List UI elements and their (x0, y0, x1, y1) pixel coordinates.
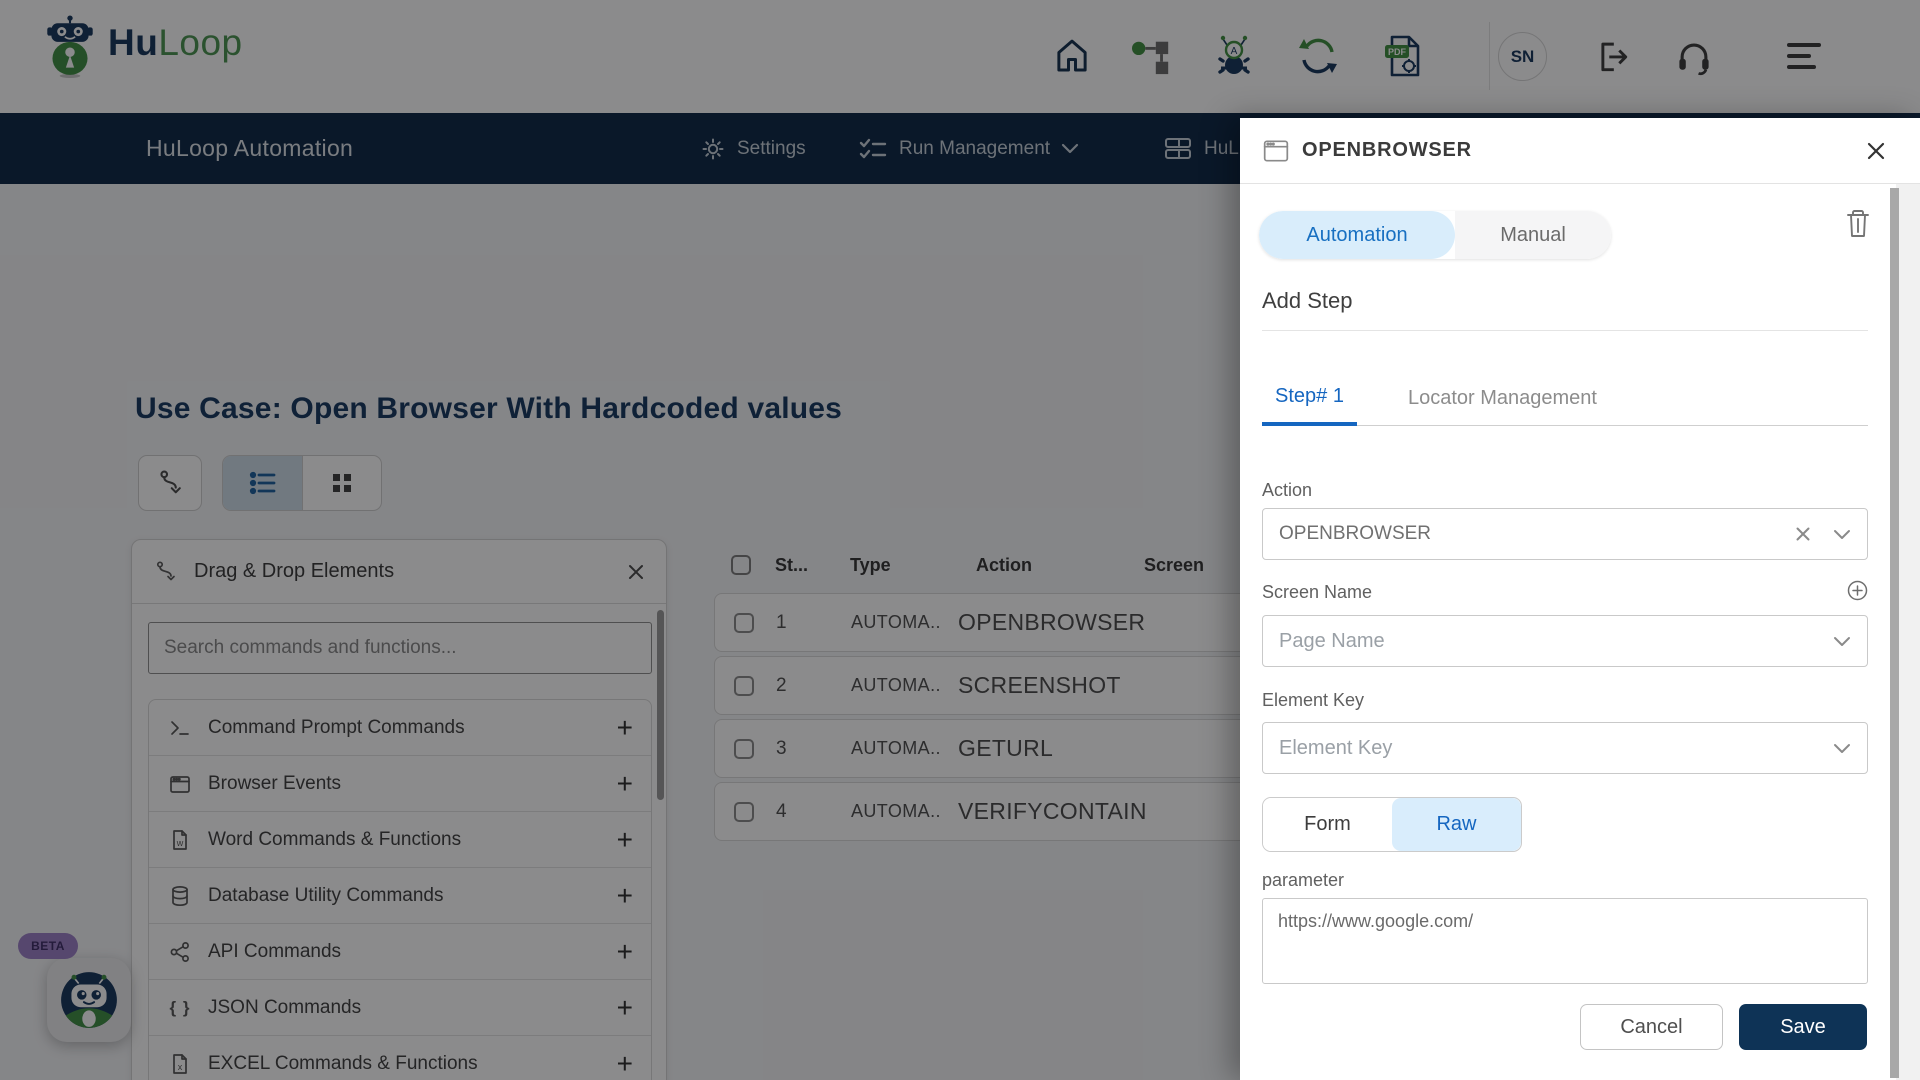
parameter-label: parameter (1262, 870, 1345, 890)
save-button[interactable]: Save (1739, 1004, 1867, 1050)
tab-step-1[interactable]: Step# 1 (1262, 370, 1357, 426)
chevron-down-icon (1833, 636, 1851, 647)
app-root: HuLoop A PDF SN HuLoop Automation Settin… (0, 0, 1920, 1080)
screen-name-placeholder: Page Name (1279, 629, 1385, 652)
cancel-button[interactable]: Cancel (1580, 1004, 1723, 1050)
chevron-down-icon (1833, 743, 1851, 754)
screen-name-label: Screen Name (1262, 582, 1373, 602)
browser-window-icon (1262, 138, 1290, 164)
add-screen-icon[interactable] (1847, 580, 1868, 601)
mode-tabs: Automation Manual (1259, 211, 1611, 259)
toggle-raw[interactable]: Raw (1392, 798, 1521, 851)
element-key-select[interactable]: Element Key (1262, 722, 1868, 774)
tab-locator-management[interactable]: Locator Management (1395, 370, 1610, 426)
close-icon[interactable] (1864, 139, 1888, 163)
tab-automation[interactable]: Automation (1259, 211, 1455, 259)
chevron-down-icon (1833, 529, 1851, 540)
clear-icon[interactable] (1795, 526, 1811, 542)
form-raw-toggle: Form Raw (1262, 797, 1522, 852)
parameter-textarea[interactable]: https://www.google.com/ (1262, 898, 1868, 984)
action-value: OPENBROWSER (1279, 523, 1432, 544)
step-drawer: OPENBROWSER Automation Manual Add Step S… (1240, 118, 1920, 1080)
divider (1262, 330, 1868, 331)
drawer-title: OPENBROWSER (1302, 139, 1472, 161)
section-title-add-step: Add Step (1262, 288, 1353, 313)
action-combobox[interactable]: OPENBROWSER (1262, 508, 1868, 560)
trash-icon[interactable] (1844, 208, 1872, 240)
element-key-placeholder: Element Key (1279, 736, 1393, 759)
step-tabs: Step# 1 Locator Management (1262, 370, 1868, 426)
drawer-header: OPENBROWSER (1240, 118, 1920, 184)
toggle-form[interactable]: Form (1263, 798, 1392, 851)
element-key-label: Element Key (1262, 690, 1365, 710)
drawer-body: Automation Manual Add Step Step# 1 Locat… (1259, 184, 1869, 1080)
screen-name-select[interactable]: Page Name (1262, 615, 1868, 667)
tab-manual[interactable]: Manual (1455, 211, 1611, 259)
drawer-scrollbar-thumb[interactable] (1890, 188, 1899, 1078)
action-label: Action (1262, 480, 1313, 500)
drawer-scrollbar-track[interactable] (1896, 184, 1920, 1080)
